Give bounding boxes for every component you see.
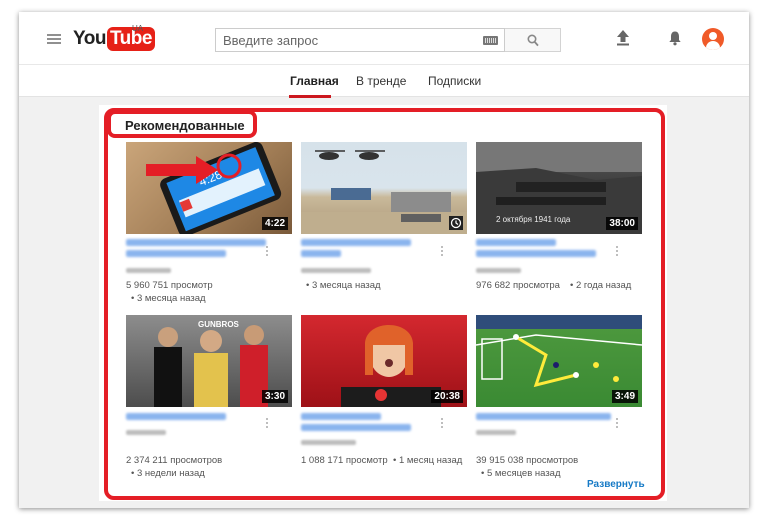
tab-home[interactable]: Главная bbox=[290, 74, 339, 88]
top-bar: You Tube UA Введите запрос bbox=[19, 12, 749, 64]
logo-you-text: You bbox=[73, 28, 106, 49]
more-icon[interactable] bbox=[616, 246, 619, 259]
more-icon[interactable] bbox=[266, 246, 269, 259]
video-duration: 38:00 bbox=[606, 217, 638, 230]
more-icon[interactable] bbox=[616, 418, 619, 431]
bell-icon[interactable] bbox=[668, 30, 682, 46]
video-duration: 20:38 bbox=[431, 390, 463, 403]
menu-icon[interactable] bbox=[47, 34, 61, 44]
video-title[interactable] bbox=[476, 413, 611, 420]
channel-name[interactable] bbox=[301, 440, 356, 445]
video-title[interactable] bbox=[126, 413, 226, 420]
upload-icon[interactable] bbox=[616, 30, 630, 46]
more-icon[interactable] bbox=[441, 246, 444, 259]
upload-age: • 3 месяца назад bbox=[306, 280, 381, 291]
keyboard-icon[interactable] bbox=[483, 36, 498, 45]
channel-name[interactable] bbox=[126, 430, 166, 435]
region-label: UA bbox=[132, 24, 144, 33]
video-duration: 3:30 bbox=[261, 390, 288, 403]
logo-tube-text: Tube bbox=[106, 27, 155, 51]
view-count: 5 960 751 просмотр bbox=[126, 280, 213, 291]
thumbnail-caption: 2 октября 1941 года bbox=[496, 215, 571, 224]
video-thumbnail[interactable]: GUNBROS 3:30 bbox=[126, 315, 292, 407]
video-title[interactable] bbox=[126, 239, 266, 246]
video-title-line2[interactable] bbox=[301, 250, 341, 257]
search-input[interactable]: Введите запрос bbox=[215, 28, 505, 52]
helicopter-image bbox=[301, 150, 467, 234]
video-title-line2[interactable] bbox=[126, 250, 226, 257]
tab-trending[interactable]: В тренде bbox=[356, 74, 406, 88]
nav-tabs: Главная В тренде Подписки bbox=[19, 64, 749, 98]
section-title: Рекомендованные bbox=[125, 118, 245, 133]
video-title-line2[interactable] bbox=[301, 424, 411, 431]
avatar[interactable] bbox=[702, 28, 724, 50]
search-placeholder: Введите запрос bbox=[223, 33, 319, 48]
upload-age: • 5 месяцев назад bbox=[481, 468, 561, 479]
video-duration: 4:22 bbox=[261, 217, 288, 230]
channel-name[interactable] bbox=[476, 268, 521, 273]
upload-age: • 1 месяц назад bbox=[393, 455, 463, 466]
view-count: 2 374 211 просмотров bbox=[126, 455, 223, 466]
upload-age: • 3 недели назад bbox=[131, 468, 205, 479]
video-title[interactable] bbox=[301, 413, 381, 420]
view-count: 39 915 038 просмотров bbox=[476, 455, 579, 466]
video-duration: 3:49 bbox=[611, 390, 638, 403]
youtube-logo[interactable]: You Tube UA bbox=[73, 24, 155, 52]
upload-age: • 2 года назад bbox=[570, 280, 632, 291]
active-tab-indicator bbox=[289, 95, 331, 98]
view-count: 976 682 просмотра bbox=[476, 280, 560, 291]
video-title-line2[interactable] bbox=[476, 250, 596, 257]
youtube-window: You Tube UA Введите запрос Главная В тре… bbox=[19, 12, 749, 508]
view-count: 1 088 171 просмотр bbox=[301, 455, 388, 466]
search-button[interactable] bbox=[505, 28, 561, 52]
video-thumbnail[interactable] bbox=[301, 142, 467, 234]
video-title[interactable] bbox=[476, 239, 556, 246]
video-thumbnail[interactable]: 4:28 4:22 bbox=[126, 142, 292, 234]
expand-link[interactable]: Развернуть bbox=[587, 479, 645, 490]
channel-name[interactable] bbox=[476, 430, 516, 435]
search-icon bbox=[527, 34, 539, 47]
channel-name[interactable] bbox=[126, 268, 171, 273]
more-icon[interactable] bbox=[266, 418, 269, 431]
channel-name[interactable] bbox=[301, 268, 371, 273]
tab-subscriptions[interactable]: Подписки bbox=[428, 74, 481, 88]
video-thumbnail[interactable]: 20:38 bbox=[301, 315, 467, 407]
video-thumbnail[interactable]: 3:49 bbox=[476, 315, 642, 407]
upload-age: • 3 месяца назад bbox=[131, 293, 206, 304]
thumbnail-caption: GUNBROS bbox=[198, 320, 240, 329]
video-title[interactable] bbox=[301, 239, 411, 246]
more-icon[interactable] bbox=[441, 418, 444, 431]
video-thumbnail[interactable]: 2 октября 1941 года 38:00 bbox=[476, 142, 642, 234]
watch-later-icon[interactable] bbox=[449, 216, 463, 230]
